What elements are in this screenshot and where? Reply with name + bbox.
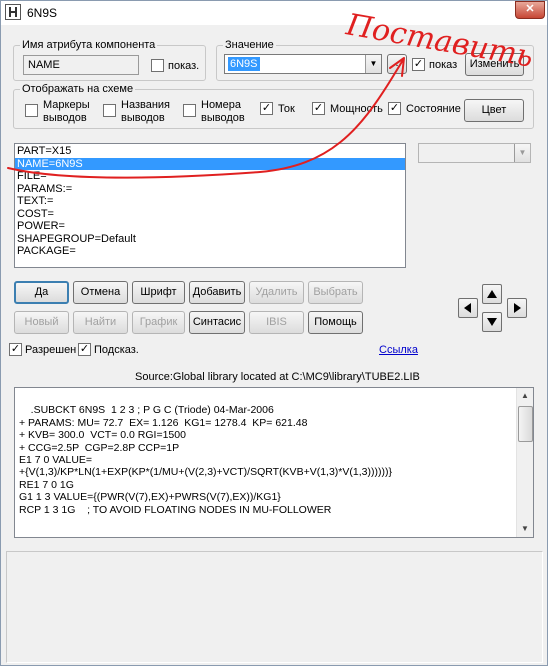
attr-name-legend: Имя атрибута компонента <box>22 39 156 51</box>
change-button[interactable]: Изменить <box>465 53 524 76</box>
model-text: .SUBCKT 6N9S 1 2 3 ; P G C (Triode) 04-M… <box>19 404 392 516</box>
value-combobox-text: 6N9S <box>228 57 260 71</box>
scroll-thumb[interactable] <box>518 406 533 442</box>
color-button[interactable]: Цвет <box>464 99 524 122</box>
add-button[interactable]: Добавить <box>189 281 245 304</box>
triangle-down-icon <box>487 318 497 326</box>
chevron-down-icon[interactable]: ▼ <box>365 55 381 73</box>
list-item[interactable]: SHAPEGROUP=Default <box>15 233 405 246</box>
pin-names-checkbox[interactable] <box>103 104 116 117</box>
value-show-label: показ <box>429 59 458 71</box>
current-label: Ток <box>278 103 295 115</box>
list-item[interactable]: TEXT:= <box>15 195 405 208</box>
attr-show-checkbox[interactable] <box>151 59 164 72</box>
move-up-button[interactable] <box>482 284 502 304</box>
triangle-left-icon <box>464 303 471 313</box>
list-item[interactable]: FILE= <box>15 170 405 183</box>
window-title: 6N9S <box>27 6 58 20</box>
hint-checkbox[interactable]: ✓ <box>78 343 91 356</box>
pin-markers-checkbox[interactable] <box>25 104 38 117</box>
source-label: Source:Global library located at C:\MC9\… <box>135 371 420 383</box>
state-checkbox[interactable]: ✓ <box>388 102 401 115</box>
hint-label: Подсказ. <box>94 344 139 356</box>
value-show-checkbox[interactable]: ✓ <box>412 58 425 71</box>
graph-button[interactable]: График <box>132 311 185 334</box>
dialog-window: 6N9S ✕ Имя атрибута компонента NAME пока… <box>0 0 548 666</box>
list-item-selected[interactable]: NAME=6N9S <box>15 157 405 170</box>
list-item[interactable]: PARAMS:= <box>15 183 405 196</box>
list-item[interactable]: COST= <box>15 208 405 221</box>
attr-name-field[interactable]: NAME <box>23 55 139 75</box>
font-button[interactable]: Шрифт <box>132 281 185 304</box>
scroll-down-icon[interactable]: ▼ <box>517 521 533 537</box>
power-checkbox[interactable]: ✓ <box>312 102 325 115</box>
pin-markers-label: Маркеры выводов <box>43 99 90 124</box>
move-right-button[interactable] <box>507 298 527 318</box>
list-item[interactable]: POWER= <box>15 220 405 233</box>
model-textarea[interactable]: .SUBCKT 6N9S 1 2 3 ; P G C (Triode) 04-M… <box>14 387 534 538</box>
cancel-button[interactable]: Отмена <box>73 281 128 304</box>
state-label: Состояние <box>406 103 461 115</box>
value-combobox[interactable]: 6N9S ▼ <box>224 54 382 74</box>
triangle-right-icon <box>514 303 521 313</box>
attributes-list[interactable]: PART=X15 NAME=6N9S FILE= PARAMS:= TEXT:=… <box>14 143 406 268</box>
pin-names-label: Названия выводов <box>121 99 170 124</box>
app-icon <box>5 4 21 20</box>
current-checkbox[interactable]: ✓ <box>260 102 273 115</box>
attr-show-label: показ. <box>168 60 200 72</box>
value-legend: Значение <box>225 39 274 51</box>
enabled-checkbox[interactable]: ✓ <box>9 343 22 356</box>
browse-button[interactable]: ... <box>387 54 407 74</box>
delete-button[interactable]: Удалить <box>249 281 304 304</box>
vertical-scrollbar[interactable]: ▲ ▼ <box>516 388 533 537</box>
pin-numbers-checkbox[interactable] <box>183 104 196 117</box>
select-button[interactable]: Выбрать <box>308 281 363 304</box>
find-button[interactable]: Найти <box>73 311 128 334</box>
enabled-label: Разрешен <box>25 344 77 356</box>
help-button[interactable]: Помощь <box>308 311 363 334</box>
scroll-up-icon[interactable]: ▲ <box>517 388 533 404</box>
ok-button[interactable]: Да <box>14 281 69 304</box>
close-icon[interactable]: ✕ <box>515 1 545 19</box>
list-item[interactable]: PART=X15 <box>15 145 405 158</box>
status-area <box>6 551 543 663</box>
triangle-up-icon <box>487 290 497 298</box>
power-label: Мощность <box>330 103 383 115</box>
new-button[interactable]: Новый <box>14 311 69 334</box>
disabled-combobox[interactable]: ▼ <box>418 143 531 163</box>
pin-numbers-label: Номера выводов <box>201 99 245 124</box>
syntax-button[interactable]: Синтасис <box>189 311 245 334</box>
display-legend: Отображать на схеме <box>22 83 134 95</box>
list-item[interactable]: PACKAGE= <box>15 245 405 258</box>
move-down-button[interactable] <box>482 312 502 332</box>
ibis-button[interactable]: IBIS <box>249 311 304 334</box>
reference-link[interactable]: Ссылка <box>379 344 418 356</box>
move-left-button[interactable] <box>458 298 478 318</box>
chevron-down-icon[interactable]: ▼ <box>514 144 530 162</box>
title-bar[interactable]: 6N9S ✕ <box>1 1 547 25</box>
